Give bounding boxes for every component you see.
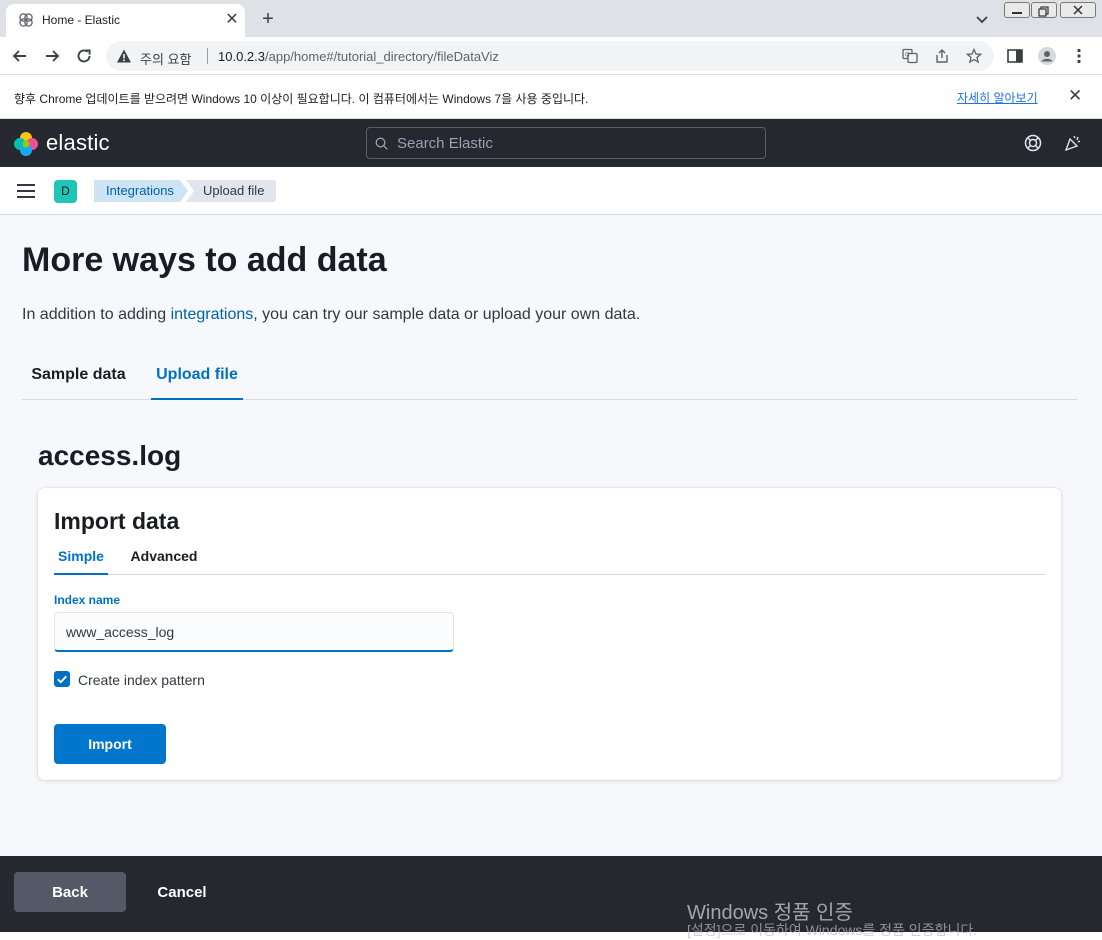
url-divider: [207, 48, 208, 64]
warning-icon: [117, 49, 131, 63]
index-name-label: Index name: [54, 593, 121, 607]
create-index-pattern-checkbox[interactable]: [54, 671, 70, 687]
minimize-icon: [1012, 12, 1022, 14]
page-title: More ways to add data: [22, 241, 387, 279]
window-close-icon: [1073, 5, 1083, 15]
hamburger-menu-icon[interactable]: [17, 183, 35, 199]
minimize-button[interactable]: [1004, 2, 1030, 18]
browser-toolbar: 주의 요함 10.0.2.3/app/home#/tutorial_direct…: [0, 37, 1102, 75]
tab-title: Home - Elastic: [42, 13, 121, 27]
breadcrumb-integrations[interactable]: Integrations: [94, 180, 188, 202]
index-name-input[interactable]: [66, 613, 446, 651]
browser-tab-strip: Home - Elastic ✕ +: [0, 0, 1102, 37]
restore-button[interactable]: [1031, 2, 1057, 18]
svg-text:G: G: [905, 52, 910, 59]
back-button[interactable]: Back: [14, 872, 126, 912]
side-panel-icon[interactable]: [1005, 46, 1025, 66]
share-icon[interactable]: [934, 48, 950, 64]
create-index-pattern-label[interactable]: Create index pattern: [78, 672, 205, 688]
description-suffix: , you can try our sample data or upload …: [253, 306, 641, 323]
elastic-logo-icon[interactable]: [13, 131, 39, 157]
description-prefix: In addition to adding: [22, 306, 171, 323]
security-warning-label[interactable]: 주의 요함: [140, 49, 191, 68]
page-content: More ways to add data In addition to add…: [0, 215, 1102, 856]
newsfeed-cheer-icon[interactable]: [1063, 133, 1083, 153]
help-icon[interactable]: [1023, 133, 1043, 153]
reload-icon[interactable]: [74, 46, 94, 66]
tab-advanced[interactable]: Advanced: [124, 540, 204, 575]
checkmark-icon: [57, 675, 67, 684]
import-tabs: Simple Advanced: [54, 540, 1045, 575]
import-data-panel: Import data Simple Advanced Index name C…: [38, 488, 1061, 780]
index-name-field[interactable]: [54, 612, 454, 652]
infobar-learn-more-link[interactable]: 자세히 알아보기: [957, 89, 1038, 106]
translate-icon[interactable]: G: [902, 48, 918, 64]
back-arrow-icon[interactable]: [10, 46, 30, 66]
window-controls: [1004, 2, 1098, 20]
import-panel-title: Import data: [54, 508, 180, 534]
infobar-close-icon[interactable]: ✕: [1068, 87, 1082, 105]
bottom-action-bar: Back Cancel Windows 정품 인증 [설정]으로 이동하여 Wi…: [0, 856, 1102, 938]
search-icon: [375, 137, 388, 150]
tab-close-icon[interactable]: ✕: [222, 10, 242, 30]
address-bar[interactable]: 주의 요함 10.0.2.3/app/home#/tutorial_direct…: [106, 41, 994, 71]
file-name-title: access.log: [38, 440, 182, 471]
restore-icon: [1038, 6, 1049, 17]
breadcrumb-upload-file: Upload file: [186, 180, 277, 202]
tab-sample-data[interactable]: Sample data: [22, 355, 135, 400]
url-path: /app/home#/tutorial_directory/fileDataVi…: [265, 49, 499, 64]
breadcrumb-bar: D Integrations Upload file: [0, 167, 1102, 215]
global-search-input[interactable]: [397, 128, 757, 158]
chevron-down-icon[interactable]: [973, 10, 991, 28]
tab-simple[interactable]: Simple: [54, 540, 108, 575]
elastic-logo-text[interactable]: elastic: [46, 130, 110, 156]
tab-upload-file[interactable]: Upload file: [151, 355, 243, 400]
integrations-link[interactable]: integrations: [171, 306, 254, 323]
update-infobar: 향후 Chrome 업데이트를 받으려면 Windows 10 이상이 필요합니…: [0, 75, 1102, 119]
profile-avatar-icon[interactable]: [1037, 46, 1057, 66]
url-text[interactable]: 10.0.2.3/app/home#/tutorial_directory/fi…: [218, 49, 499, 64]
space-avatar[interactable]: D: [54, 180, 77, 203]
browser-tab[interactable]: Home - Elastic ✕: [6, 4, 245, 37]
kibana-header: elastic: [0, 119, 1102, 167]
cancel-button[interactable]: Cancel: [142, 872, 222, 912]
window-close-button[interactable]: [1060, 2, 1096, 18]
page-description: In addition to adding integrations, you …: [22, 306, 640, 324]
infobar-message: 향후 Chrome 업데이트를 받으려면 Windows 10 이상이 필요합니…: [14, 92, 589, 106]
browser-menu-icon[interactable]: [1069, 46, 1089, 66]
windows-activation-subtext: [설정]으로 이동하여 Windows를 정품 인증합니다.: [687, 922, 978, 938]
forward-arrow-icon[interactable]: [42, 46, 62, 66]
bookmark-star-icon[interactable]: [966, 48, 982, 64]
import-button[interactable]: Import: [54, 724, 166, 764]
global-search-box[interactable]: [366, 127, 766, 159]
page-tabs: Sample data Upload file: [22, 355, 1077, 400]
url-host: 10.0.2.3: [218, 49, 265, 64]
new-tab-button[interactable]: +: [257, 8, 279, 30]
elastic-favicon-icon: [19, 13, 33, 27]
